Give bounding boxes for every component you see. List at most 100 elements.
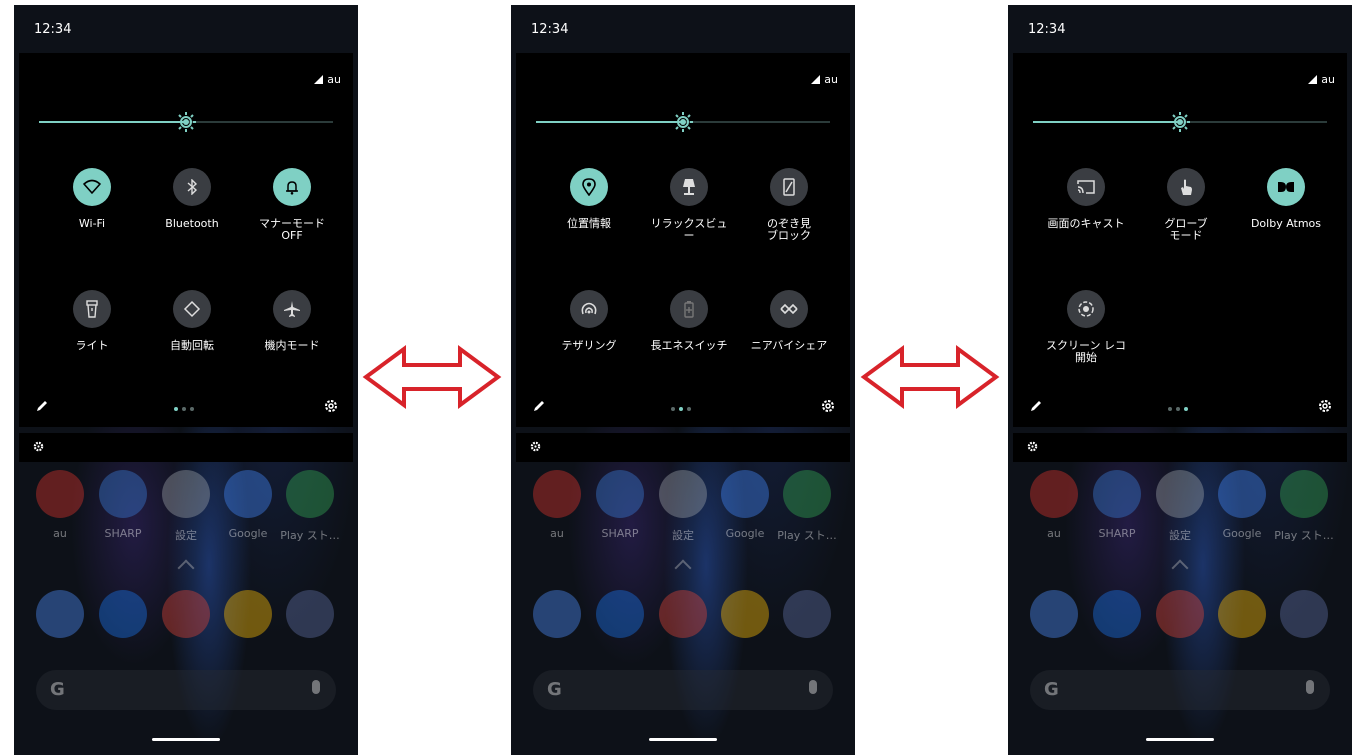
app-icon-google[interactable] — [1218, 470, 1266, 518]
tile-nearby-share[interactable]: ニアバイシェア — [739, 290, 839, 352]
brightness-thumb-icon[interactable] — [673, 112, 693, 132]
tile-label: 機内モード — [264, 339, 320, 352]
app-icon-google[interactable] — [721, 470, 769, 518]
google-logo-icon: G — [1044, 679, 1059, 700]
page-dot-1[interactable] — [671, 407, 675, 411]
tile-relax-view[interactable]: リラックスビュ ー — [639, 168, 739, 242]
tile-circle — [670, 168, 708, 206]
tile-circle — [273, 290, 311, 328]
dock-photos[interactable] — [721, 590, 769, 638]
dock-photos[interactable] — [224, 590, 272, 638]
dock-camera[interactable] — [783, 590, 831, 638]
dock-phone[interactable] — [1030, 590, 1078, 638]
page-dot-2[interactable] — [679, 407, 683, 411]
app-label: Play スト… — [777, 529, 837, 542]
google-search-bar[interactable]: G — [36, 670, 336, 710]
brightness-slider[interactable] — [536, 112, 830, 132]
app-drawer-chevron-icon[interactable] — [177, 559, 195, 577]
app-icon-play-store[interactable] — [1280, 470, 1328, 518]
dock-messages[interactable] — [99, 590, 147, 638]
app-icon-sharp[interactable] — [99, 470, 147, 518]
dock-phone[interactable] — [36, 590, 84, 638]
app-icon-settings[interactable] — [162, 470, 210, 518]
app-icon-settings[interactable] — [1156, 470, 1204, 518]
page-dot-3[interactable] — [190, 407, 194, 411]
notification-bar[interactable] — [19, 433, 353, 462]
app-icon-google[interactable] — [224, 470, 272, 518]
tile-airplane-mode[interactable]: 機内モード — [242, 290, 342, 352]
notification-bar[interactable] — [1013, 433, 1347, 462]
dock-chrome[interactable] — [162, 590, 210, 638]
settings-gear-icon[interactable] — [820, 398, 836, 414]
tile-battery-saver[interactable]: 長エネスイッチ — [639, 290, 739, 352]
auto-rotate-icon — [183, 300, 201, 318]
gesture-nav-bar[interactable] — [1146, 738, 1214, 741]
screen-record-icon — [1078, 301, 1094, 317]
app-icon-sharp[interactable] — [1093, 470, 1141, 518]
tile-tethering[interactable]: テザリング — [539, 290, 639, 352]
tile-circle — [173, 168, 211, 206]
app-drawer-chevron-icon[interactable] — [1171, 559, 1189, 577]
app-icon-au[interactable] — [36, 470, 84, 518]
app-icon-settings[interactable] — [659, 470, 707, 518]
tile-dolby-atmos[interactable]: Dolby Atmos — [1236, 168, 1336, 230]
dock-messages[interactable] — [1093, 590, 1141, 638]
dock-chrome[interactable] — [1156, 590, 1204, 638]
hotspot-icon — [581, 302, 597, 315]
dock-camera[interactable] — [286, 590, 334, 638]
brightness-slider[interactable] — [39, 112, 333, 132]
brightness-thumb-icon[interactable] — [176, 112, 196, 132]
page-dot-2[interactable] — [182, 407, 186, 411]
page-dot-1[interactable] — [1168, 407, 1172, 411]
edit-icon[interactable] — [35, 399, 49, 413]
notification-bar[interactable] — [516, 433, 850, 462]
tile-label: 長エネスイッチ — [650, 339, 728, 352]
gear-icon — [1027, 441, 1038, 452]
page-dot-3[interactable] — [687, 407, 691, 411]
dock-photos[interactable] — [1218, 590, 1266, 638]
edit-icon[interactable] — [532, 399, 546, 413]
tile-label: 自動回転 — [170, 339, 214, 352]
dock-messages[interactable] — [596, 590, 644, 638]
brightness-fill — [1033, 121, 1180, 123]
dock-chrome[interactable] — [659, 590, 707, 638]
mic-icon[interactable] — [1306, 680, 1314, 694]
gesture-nav-bar[interactable] — [152, 738, 220, 741]
edit-icon[interactable] — [1029, 399, 1043, 413]
tile-bluetooth[interactable]: Bluetooth — [142, 168, 242, 230]
tile-wifi[interactable]: Wi-Fi — [42, 168, 142, 230]
settings-gear-icon[interactable] — [323, 398, 339, 414]
tile-label: のぞき見 ブロック — [767, 217, 811, 242]
brightness-thumb-icon[interactable] — [1170, 112, 1190, 132]
brightness-slider[interactable] — [1033, 112, 1327, 132]
app-label: SHARP — [1098, 527, 1136, 540]
app-icon-play-store[interactable] — [783, 470, 831, 518]
tile-privacy-block[interactable]: のぞき見 ブロック — [739, 168, 839, 242]
mic-icon[interactable] — [312, 680, 320, 694]
dock-camera[interactable] — [1280, 590, 1328, 638]
tile-screen-record[interactable]: スクリーン レコ 開始 — [1036, 290, 1136, 364]
tile-manner-mode[interactable]: マナーモード OFF — [242, 168, 342, 242]
page-dot-2[interactable] — [1176, 407, 1180, 411]
tile-screen-cast[interactable]: 画面のキャスト — [1036, 168, 1136, 230]
dock-phone[interactable] — [533, 590, 581, 638]
tile-auto-rotate[interactable]: 自動回転 — [142, 290, 242, 352]
tile-circle — [1267, 168, 1305, 206]
mic-icon[interactable] — [809, 680, 817, 694]
app-icon-play-store[interactable] — [286, 470, 334, 518]
page-dot-3[interactable] — [1184, 407, 1188, 411]
page-dot-1[interactable] — [174, 407, 178, 411]
tile-flashlight[interactable]: ライト — [42, 290, 142, 352]
tile-glove-mode[interactable]: グローブ モード — [1136, 168, 1236, 242]
app-icon-sharp[interactable] — [596, 470, 644, 518]
settings-gear-icon[interactable] — [1317, 398, 1333, 414]
tile-location[interactable]: 位置情報 — [539, 168, 639, 230]
google-search-bar[interactable]: G — [1030, 670, 1330, 710]
phone-screen-2: 12:34 au 位置情報 リラックスビュ ー のぞき見 ブロック テザリング … — [511, 5, 855, 755]
gesture-nav-bar[interactable] — [649, 738, 717, 741]
app-icon-au[interactable] — [1030, 470, 1078, 518]
app-drawer-chevron-icon[interactable] — [674, 559, 692, 577]
google-search-bar[interactable]: G — [533, 670, 833, 710]
app-icon-au[interactable] — [533, 470, 581, 518]
app-label: au — [550, 527, 564, 540]
